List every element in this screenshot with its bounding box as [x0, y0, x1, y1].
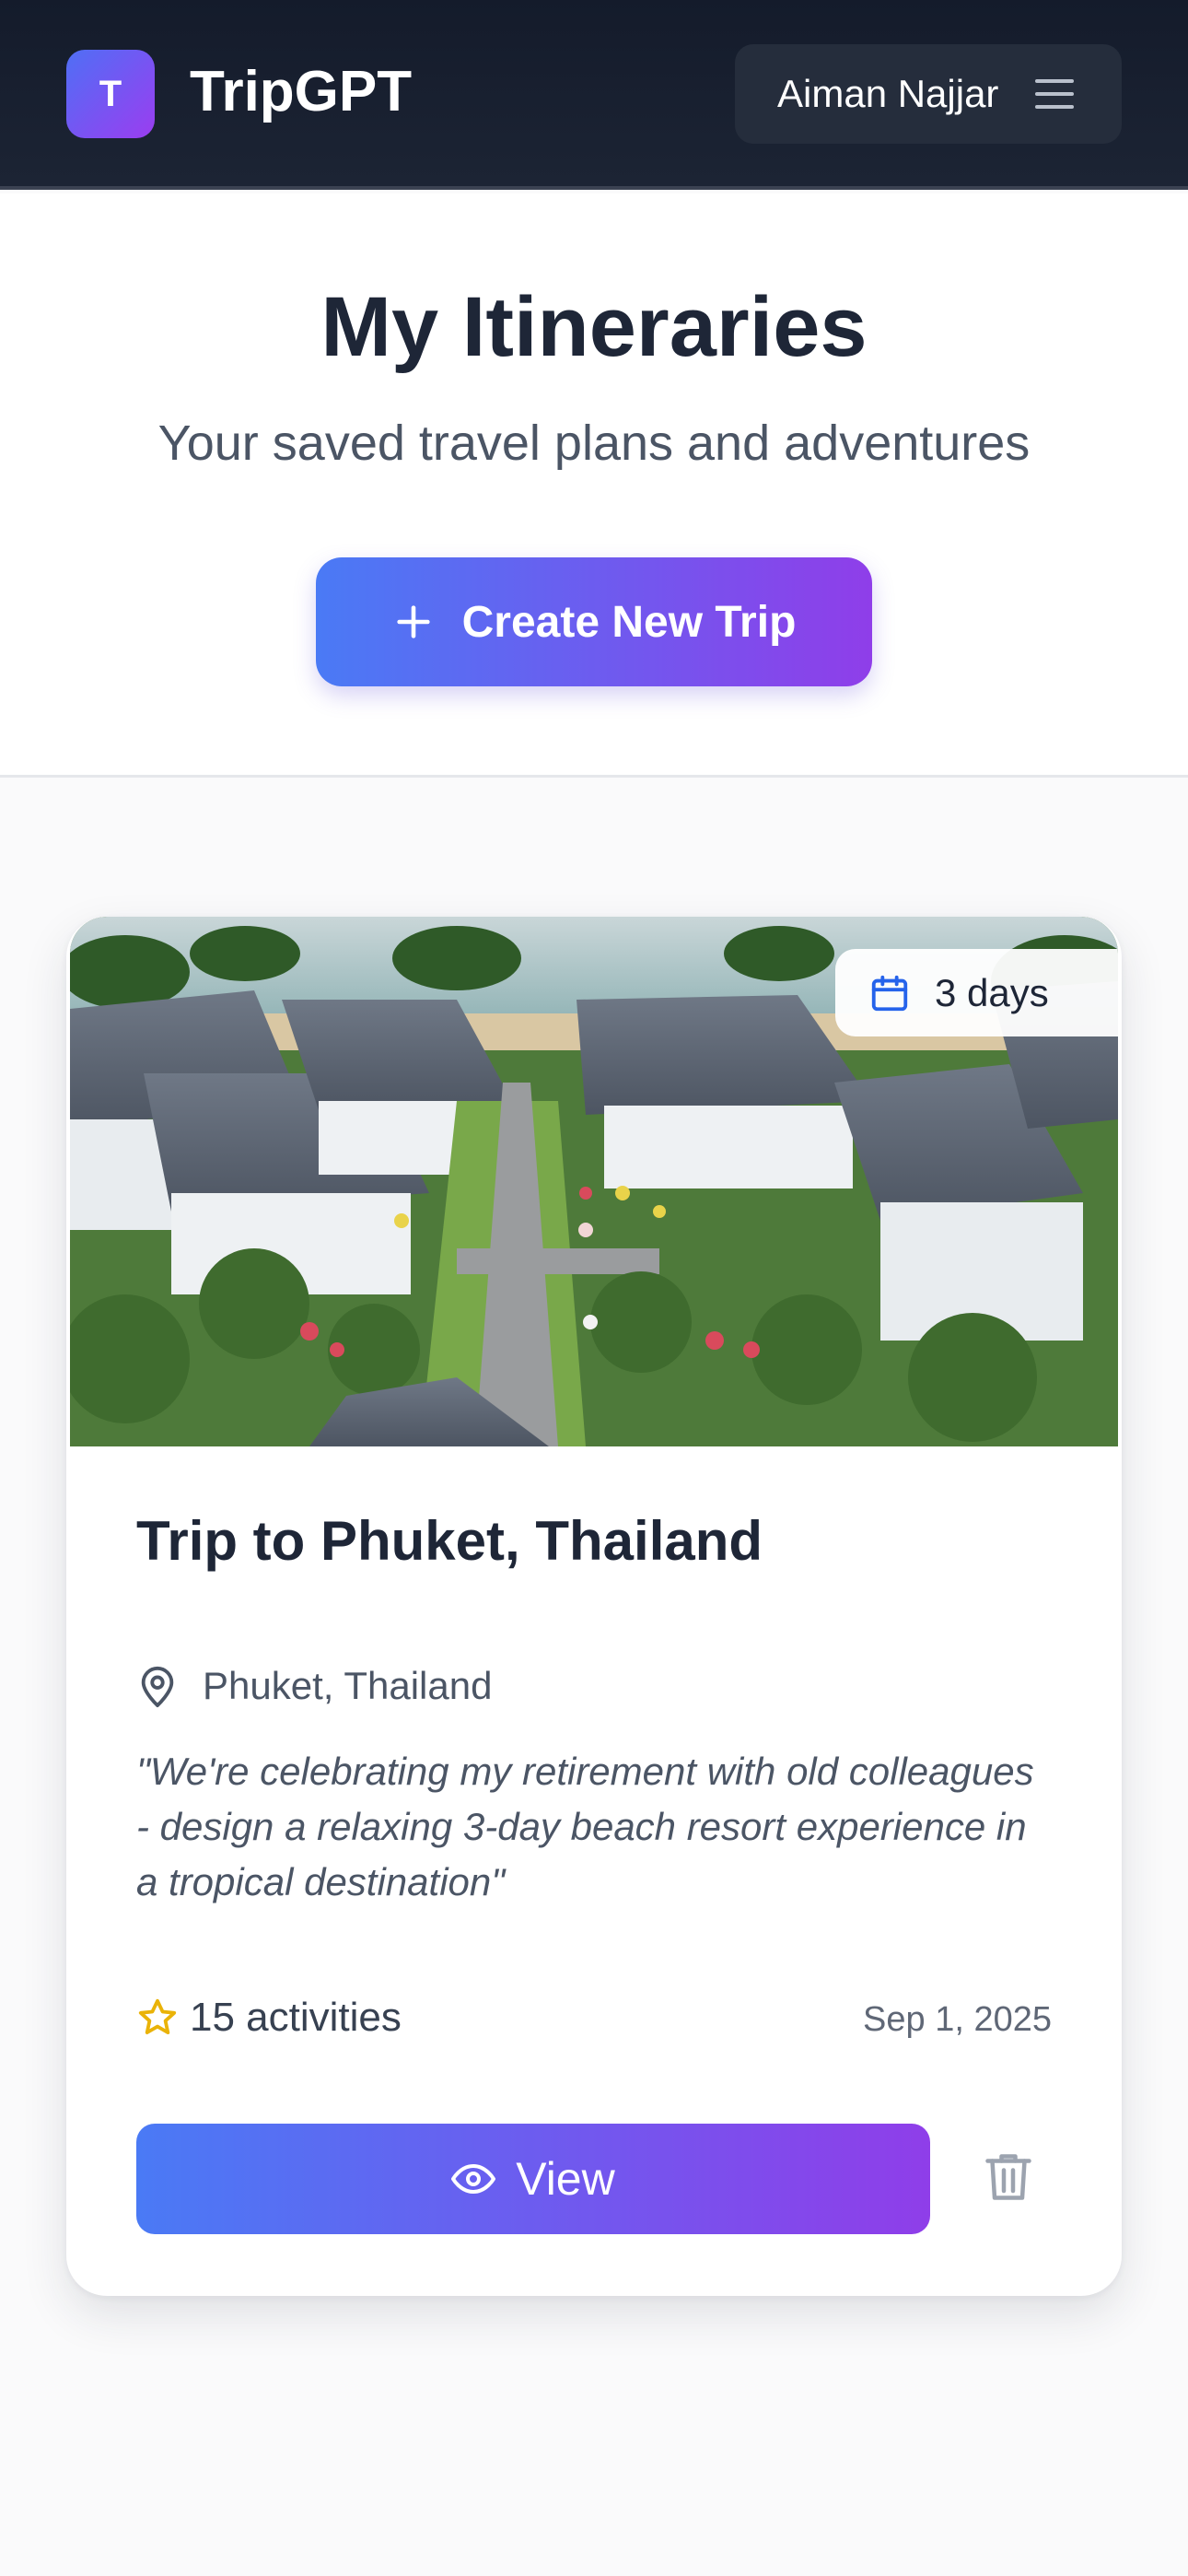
user-name: Aiman Najjar	[777, 72, 999, 115]
duration-text: 3 days	[935, 970, 1049, 1014]
create-new-trip-label: Create New Trip	[461, 597, 797, 647]
duration-badge: 3 days	[835, 949, 1118, 1036]
activities-count: 15 activities	[136, 1995, 402, 2041]
user-menu-button[interactable]: Aiman Najjar	[735, 44, 1122, 144]
trip-title[interactable]: Trip to Phuket, Thailand	[136, 1506, 763, 1576]
trip-prompt: "We're celebrating my retirement with ol…	[136, 1750, 1034, 1903]
logo-letter: T	[99, 73, 122, 114]
page-subtitle: Your saved travel plans and adventures	[157, 416, 1031, 471]
hamburger-menu-icon	[1035, 79, 1074, 109]
trip-card[interactable]: 3 days Trip to Phuket, Thailand Phuket, …	[66, 917, 1122, 2296]
create-new-trip-button[interactable]: Create New Trip	[316, 557, 872, 686]
app-header: T TripGPT Aiman Najjar	[0, 0, 1188, 190]
trash-icon[interactable]	[985, 2151, 1031, 2203]
map-pin-icon	[141, 1667, 174, 1707]
location-text: Phuket, Thailand	[203, 1664, 493, 1707]
page-hero: My Itineraries Your saved travel plans a…	[0, 193, 1188, 778]
app-name[interactable]: TripGPT	[190, 57, 412, 127]
view-label: View	[516, 2153, 615, 2205]
star-icon	[138, 1998, 177, 2035]
plus-icon	[396, 605, 430, 638]
view-trip-button[interactable]: View	[136, 2124, 930, 2234]
eye-icon	[451, 2164, 496, 2194]
calendar-icon	[871, 975, 908, 1011]
app-logo[interactable]: T	[66, 50, 155, 138]
activities-text: 15 activities	[190, 1995, 402, 2040]
trip-image[interactable]: 3 days	[70, 917, 1118, 1446]
trip-date: Sep 1, 2025	[863, 2000, 1052, 2039]
trip-location: Phuket, Thailand	[136, 1663, 492, 1709]
page-title: My Itineraries	[320, 280, 868, 374]
